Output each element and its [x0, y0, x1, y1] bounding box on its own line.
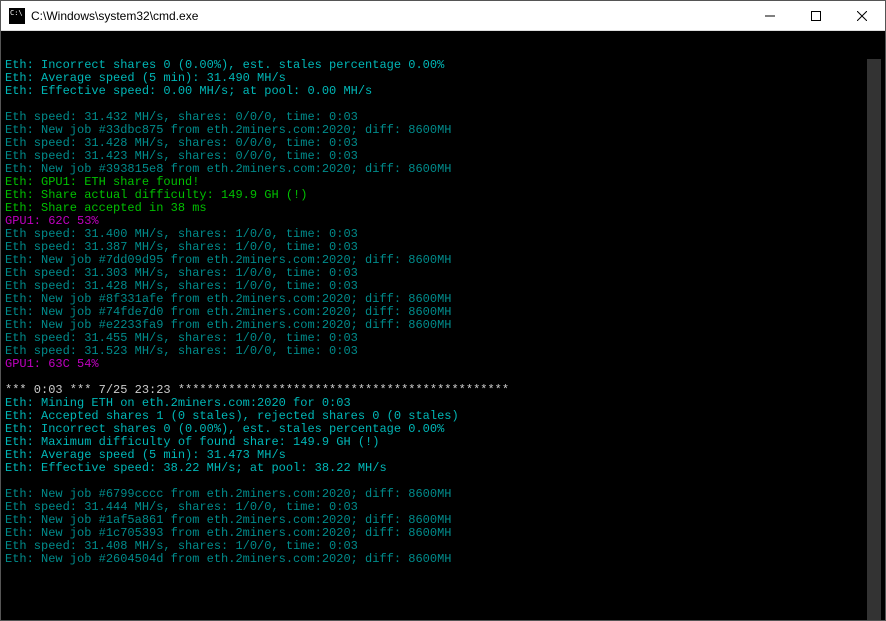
console-line: Eth: Effective speed: 38.22 MH/s; at poo… [5, 462, 867, 475]
console-area[interactable]: Eth: Incorrect shares 0 (0.00%), est. st… [1, 31, 885, 620]
console-output: Eth: Incorrect shares 0 (0.00%), est. st… [5, 59, 881, 620]
window-title: C:\Windows\system32\cmd.exe [31, 9, 747, 23]
window-controls [747, 1, 885, 30]
console-line: Eth speed: 31.523 MH/s, shares: 1/0/0, t… [5, 345, 867, 358]
minimize-button[interactable] [747, 1, 793, 30]
close-icon [857, 11, 867, 21]
minimize-icon [765, 11, 775, 21]
cmd-icon [9, 8, 25, 24]
titlebar[interactable]: C:\Windows\system32\cmd.exe [1, 1, 885, 31]
maximize-button[interactable] [793, 1, 839, 30]
console-line: Eth: New job #2604504d from eth.2miners.… [5, 553, 867, 566]
console-line: Eth: Effective speed: 0.00 MH/s; at pool… [5, 85, 867, 98]
maximize-icon [811, 11, 821, 21]
cmd-window: C:\Windows\system32\cmd.exe Eth: Incorre… [0, 0, 886, 621]
close-button[interactable] [839, 1, 885, 30]
console-line: Eth: Share accepted in 38 ms [5, 202, 867, 215]
console-line: GPU1: 63C 54% [5, 358, 867, 371]
